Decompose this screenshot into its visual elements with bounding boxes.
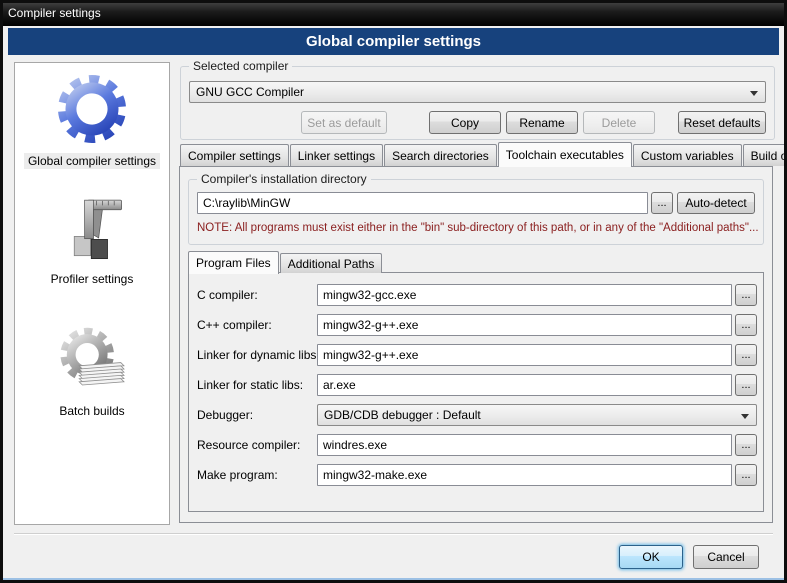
field-label: Linker for static libs: bbox=[197, 378, 317, 392]
toolchain-subtabstrip: Program Files Additional Paths bbox=[188, 251, 383, 273]
make-program-input[interactable] bbox=[317, 464, 732, 486]
browse-resource-compiler-button[interactable]: ... bbox=[735, 434, 757, 456]
cpp-compiler-input[interactable] bbox=[317, 314, 732, 336]
resource-compiler-input[interactable] bbox=[317, 434, 732, 456]
reset-defaults-button[interactable]: Reset defaults bbox=[678, 111, 766, 134]
field-label: Make program: bbox=[197, 468, 317, 482]
debugger-select[interactable]: GDB/CDB debugger : Default bbox=[317, 404, 757, 426]
field-label: C compiler: bbox=[197, 288, 317, 302]
sidebar-item-label: Global compiler settings bbox=[24, 153, 160, 169]
copy-button[interactable]: Copy bbox=[429, 111, 501, 134]
field-label: C++ compiler: bbox=[197, 318, 317, 332]
field-row-resource-compiler: Resource compiler: ... bbox=[197, 434, 757, 456]
field-label: Resource compiler: bbox=[197, 438, 317, 452]
tab-search-directories[interactable]: Search directories bbox=[384, 144, 497, 166]
tab-toolchain-executables[interactable]: Toolchain executables bbox=[498, 142, 632, 167]
browse-cpp-compiler-button[interactable]: ... bbox=[735, 314, 757, 336]
rename-button[interactable]: Rename bbox=[506, 111, 578, 134]
tab-linker-settings[interactable]: Linker settings bbox=[290, 144, 383, 166]
tab-custom-variables[interactable]: Custom variables bbox=[633, 144, 742, 166]
debugger-select-value: GDB/CDB debugger : Default bbox=[324, 408, 481, 422]
compiler-actions: Set as default Copy Rename Delete Reset … bbox=[189, 111, 766, 134]
field-label: Linker for dynamic libs: bbox=[197, 348, 317, 362]
browse-static-linker-button[interactable]: ... bbox=[735, 374, 757, 396]
gray-gear-stack-icon bbox=[52, 321, 132, 401]
browse-dynamic-linker-button[interactable]: ... bbox=[735, 344, 757, 366]
dialog-header: Global compiler settings bbox=[8, 28, 779, 55]
browse-make-program-button[interactable]: ... bbox=[735, 464, 757, 486]
toolchain-executables-panel: Compiler's installation directory ... Au… bbox=[179, 166, 773, 523]
auto-detect-button[interactable]: Auto-detect bbox=[677, 192, 755, 214]
compiler-select[interactable]: GNU GCC Compiler bbox=[189, 81, 766, 103]
c-compiler-input[interactable] bbox=[317, 284, 732, 306]
blue-gear-icon bbox=[50, 67, 134, 151]
subtab-additional-paths[interactable]: Additional Paths bbox=[280, 253, 383, 273]
browse-directory-button[interactable]: ... bbox=[651, 192, 673, 214]
cancel-button[interactable]: Cancel bbox=[693, 545, 759, 569]
sidebar-item-label: Batch builds bbox=[55, 403, 128, 419]
footer-separator bbox=[14, 533, 773, 535]
caliper-icon bbox=[55, 195, 129, 269]
installation-directory-row: ... Auto-detect bbox=[197, 192, 755, 214]
chevron-down-icon bbox=[741, 414, 749, 419]
page-title: Global compiler settings bbox=[306, 33, 481, 50]
ok-button[interactable]: OK bbox=[619, 545, 683, 569]
installation-note: NOTE: All programs must exist either in … bbox=[197, 222, 759, 234]
settings-tabstrip: Compiler settings Linker settings Search… bbox=[180, 142, 773, 166]
browse-c-compiler-button[interactable]: ... bbox=[735, 284, 757, 306]
selected-compiler-group: Selected compiler GNU GCC Compiler Set a… bbox=[180, 66, 775, 140]
tab-build-options[interactable]: Build options bbox=[743, 144, 787, 166]
dialog-footer: OK Cancel bbox=[619, 545, 759, 569]
field-row-cpp-compiler: C++ compiler: ... bbox=[197, 314, 757, 336]
field-label: Debugger: bbox=[197, 408, 317, 422]
selected-compiler-group-label: Selected compiler bbox=[189, 59, 292, 73]
compiler-settings-dialog: Compiler settings Global compiler settin… bbox=[0, 0, 787, 583]
compiler-select-value: GNU GCC Compiler bbox=[196, 85, 304, 99]
window-title: Compiler settings bbox=[0, 6, 101, 20]
titlebar[interactable]: Compiler settings bbox=[0, 0, 787, 26]
sidebar-item-global-compiler-settings[interactable]: Global compiler settings bbox=[24, 67, 160, 169]
field-row-c-compiler: C compiler: ... bbox=[197, 284, 757, 306]
installation-directory-group: Compiler's installation directory ... Au… bbox=[188, 179, 764, 245]
program-files-panel: C compiler: ... C++ compiler: ... Linker… bbox=[188, 272, 764, 512]
dynamic-linker-input[interactable] bbox=[317, 344, 732, 366]
field-row-dynamic-linker: Linker for dynamic libs: ... bbox=[197, 344, 757, 366]
sidebar-item-profiler-settings[interactable]: Profiler settings bbox=[47, 195, 138, 287]
field-row-static-linker: Linker for static libs: ... bbox=[197, 374, 757, 396]
sidebar-item-batch-builds[interactable]: Batch builds bbox=[52, 321, 132, 419]
installation-directory-group-label: Compiler's installation directory bbox=[197, 172, 371, 186]
field-row-make-program: Make program: ... bbox=[197, 464, 757, 486]
field-row-debugger: Debugger: GDB/CDB debugger : Default bbox=[197, 404, 757, 426]
tab-compiler-settings[interactable]: Compiler settings bbox=[180, 144, 289, 166]
sidebar-item-label: Profiler settings bbox=[47, 271, 138, 287]
settings-category-sidebar: Global compiler settings Profiler settin… bbox=[14, 62, 170, 525]
chevron-down-icon bbox=[750, 91, 758, 96]
window-frame-accent bbox=[3, 578, 784, 580]
set-as-default-button[interactable]: Set as default bbox=[301, 111, 387, 134]
static-linker-input[interactable] bbox=[317, 374, 732, 396]
delete-button[interactable]: Delete bbox=[583, 111, 655, 134]
subtab-program-files[interactable]: Program Files bbox=[188, 251, 279, 274]
installation-directory-input[interactable] bbox=[197, 192, 648, 214]
